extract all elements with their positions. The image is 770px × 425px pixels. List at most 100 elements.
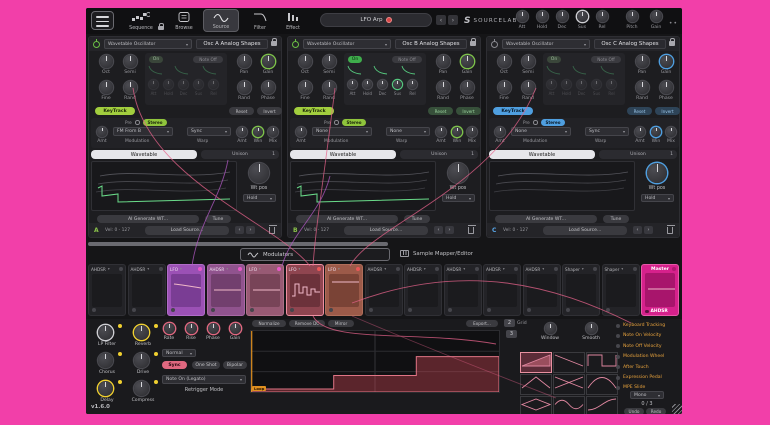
fine-knob[interactable]: Fine [493, 81, 515, 101]
slot-bypass-led[interactable] [369, 308, 373, 312]
modulator-display[interactable] [290, 274, 320, 307]
preset-prev-button[interactable]: ‹ [436, 15, 446, 25]
env-sus-knob[interactable] [393, 80, 402, 89]
env-dec-knob[interactable] [179, 80, 188, 89]
env-rel-knob[interactable] [408, 80, 417, 89]
rand-knob[interactable]: Rand [119, 81, 141, 101]
wave-thumb-diamond[interactable] [520, 396, 552, 414]
mix-knob[interactable] [467, 127, 477, 137]
source-prev-button[interactable]: ‹ [434, 226, 443, 234]
oct-knob[interactable]: Oct [95, 55, 117, 75]
source-next-button[interactable]: › [644, 226, 653, 234]
modulator-type-select[interactable]: AHDSR▾ [368, 267, 394, 272]
lfo-mode-select[interactable]: Normal▾ [162, 349, 196, 357]
phase-knob[interactable]: Phase [655, 81, 677, 101]
wt-mode-select[interactable]: Hold▾ [442, 194, 475, 202]
tab-wavetable[interactable]: Wavetable [290, 150, 396, 159]
macro-att-knob[interactable]: Att [512, 10, 532, 32]
grid-y-stepper[interactable]: 3 [506, 330, 517, 338]
slot-led[interactable] [633, 267, 637, 271]
mod-dot[interactable] [118, 380, 122, 384]
modulator-display[interactable] [171, 274, 201, 307]
pre-toggle[interactable] [135, 120, 140, 125]
modulator-slot[interactable]: AHDSR▾ [483, 264, 521, 316]
modulator-slot[interactable]: Shaper▾ [602, 264, 640, 316]
semi-knob[interactable]: Semi [119, 55, 141, 75]
phase-reset-button[interactable]: Reset [627, 107, 652, 115]
macro-sus-knob[interactable]: Sus [572, 10, 592, 32]
phase-knob[interactable]: Phase [257, 81, 279, 101]
osc-name-field[interactable]: Osc B Analog Shapes [395, 39, 467, 49]
pre-toggle[interactable] [334, 120, 339, 125]
mod-source-led[interactable] [616, 334, 620, 338]
ai-generate-button[interactable]: AI Generate WT... [97, 215, 199, 223]
slot-led[interactable] [198, 267, 202, 271]
slot-bypass-led[interactable] [290, 308, 294, 312]
wave-thumb-ramp-up[interactable] [520, 352, 552, 373]
pan-knob[interactable]: Pan [432, 55, 454, 75]
warp-amt-knob[interactable] [436, 127, 446, 137]
tab-wavetable[interactable]: Wavetable [489, 150, 595, 159]
lfo-rate-knob[interactable]: Rate [160, 322, 178, 346]
modulator-slot[interactable]: AHDSR▾ [88, 264, 126, 316]
velocity-range[interactable]: Vel: 0 - 127 [105, 228, 130, 233]
modulator-type-select[interactable]: Shaper▾ [605, 267, 631, 272]
phase-knob[interactable]: Phase [456, 81, 478, 101]
slot-led[interactable] [356, 267, 360, 271]
osc-power-button[interactable] [491, 41, 498, 48]
source-next-button[interactable]: › [246, 226, 255, 234]
win-knob[interactable] [452, 127, 462, 137]
slot-led[interactable] [238, 267, 242, 271]
pre-toggle[interactable] [533, 120, 538, 125]
env-dec-knob[interactable] [577, 80, 586, 89]
wave-thumb-cross[interactable] [553, 374, 585, 395]
modulator-display[interactable] [329, 274, 359, 307]
fx-lpfilter-knob[interactable]: LP Filter [90, 324, 124, 350]
tab-wavetable[interactable]: Wavetable [91, 150, 197, 159]
slot-bypass-led[interactable] [487, 308, 491, 312]
normalize-button[interactable]: Normalize [252, 320, 286, 327]
modulator-display[interactable] [132, 274, 162, 307]
warp-amt-knob[interactable] [237, 127, 247, 137]
wave-thumb-sine[interactable] [553, 396, 585, 414]
modulator-type-select[interactable]: LFO▾ [289, 267, 315, 272]
env-on-button[interactable]: On [348, 56, 362, 63]
macro-dec-knob[interactable]: Dec [552, 10, 572, 32]
rand-knob[interactable]: Rand [517, 81, 539, 101]
slot-led[interactable] [396, 267, 400, 271]
lfo-phase-knob[interactable]: Phase [204, 322, 222, 346]
phase-invert-button[interactable]: Invert [655, 107, 680, 115]
slot-led[interactable] [159, 267, 163, 271]
env-rel-knob[interactable] [607, 80, 616, 89]
env-on-button[interactable]: On [547, 56, 561, 63]
lfo-waveform-editor[interactable]: Loop [250, 330, 500, 393]
modulator-type-select[interactable]: LFO▾ [249, 267, 275, 272]
mirror-button[interactable]: Mirror [328, 320, 354, 327]
global-pitch-knob[interactable]: Pitch [622, 10, 642, 32]
modulator-type-select[interactable]: LFO▾ [328, 267, 354, 272]
wt-mode-select[interactable]: Hold▾ [243, 194, 276, 202]
semi-knob[interactable]: Semi [517, 55, 539, 75]
loop-tag[interactable]: Loop [252, 386, 266, 391]
slot-led[interactable] [554, 267, 558, 271]
mod-source-item[interactable]: Modulation Wheel [616, 352, 680, 361]
velocity-range[interactable]: Vel: 0 - 127 [304, 228, 329, 233]
osc-power-button[interactable] [93, 41, 100, 48]
warp-amt-knob[interactable] [635, 127, 645, 137]
oct-knob[interactable]: Oct [294, 55, 316, 75]
mod-source-item[interactable]: Keyboard Tracking [616, 321, 680, 330]
source-prev-button[interactable]: ‹ [633, 226, 642, 234]
load-source-button[interactable]: Load Source... [543, 226, 627, 235]
mod-source-item[interactable]: Expression Pedal [616, 373, 680, 382]
modulator-slot[interactable]: LFO▾ [167, 264, 205, 316]
mod-amt-knob[interactable] [97, 127, 107, 137]
modulator-slot[interactable]: Master▾ AHDSR [641, 264, 679, 316]
modulator-type-select[interactable]: AHDSR▾ [486, 267, 512, 272]
pan-rand-knob[interactable]: Rand [432, 81, 454, 101]
wt-pos-knob[interactable] [448, 163, 468, 183]
env-att-knob[interactable] [149, 80, 158, 89]
macro-rel-knob[interactable]: Rel [592, 10, 612, 32]
modulator-display[interactable] [527, 274, 557, 307]
pan-knob[interactable]: Pan [233, 55, 255, 75]
phase-reset-button[interactable]: Reset [229, 107, 254, 115]
